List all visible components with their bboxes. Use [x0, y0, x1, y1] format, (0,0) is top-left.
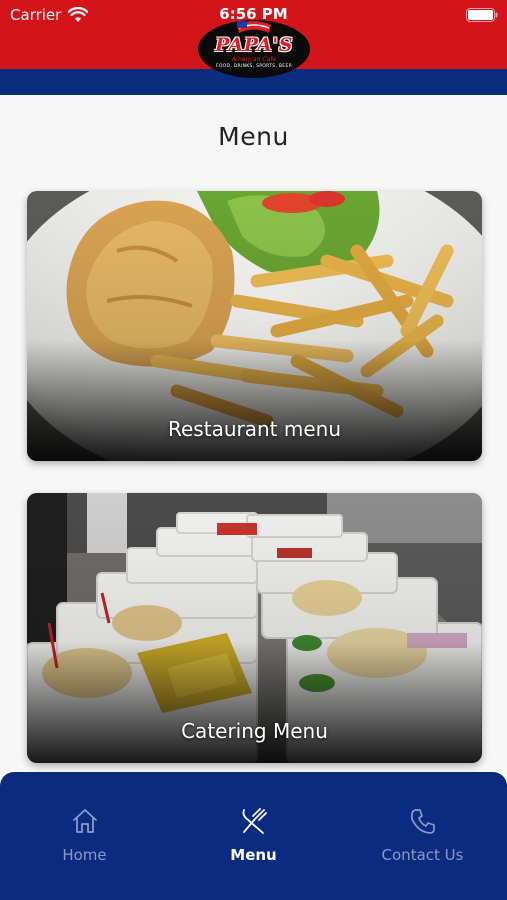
tab-contact-label: Contact Us	[381, 846, 464, 864]
tab-contact[interactable]: Contact Us	[338, 772, 507, 882]
home-icon	[73, 809, 97, 833]
catering-menu-label: Catering Menu	[181, 719, 328, 743]
page-title: Menu	[218, 122, 289, 151]
catering-menu-card[interactable]: Catering Menu	[27, 493, 482, 763]
logo-subtitle: American Cafe	[231, 56, 277, 63]
utensils-icon	[242, 808, 267, 834]
restaurant-menu-card[interactable]: Restaurant menu	[27, 191, 482, 461]
restaurant-menu-label: Restaurant menu	[168, 417, 341, 441]
phone-icon	[410, 809, 435, 834]
logo-wordmark: PAPA'S	[215, 34, 293, 56]
bottom-tab-bar: Home Menu Contact Us	[0, 772, 507, 900]
tab-menu[interactable]: Menu	[169, 772, 338, 882]
tab-menu-label: Menu	[230, 846, 277, 864]
battery-icon	[466, 8, 498, 22]
logo-tagline: FOOD, DRINKS, SPORTS, BEER	[215, 64, 293, 69]
tab-home-label: Home	[62, 846, 107, 864]
papas-logo: PAPA'S American Cafe FOOD, DRINKS, SPORT…	[197, 13, 311, 79]
tab-home[interactable]: Home	[0, 772, 169, 882]
